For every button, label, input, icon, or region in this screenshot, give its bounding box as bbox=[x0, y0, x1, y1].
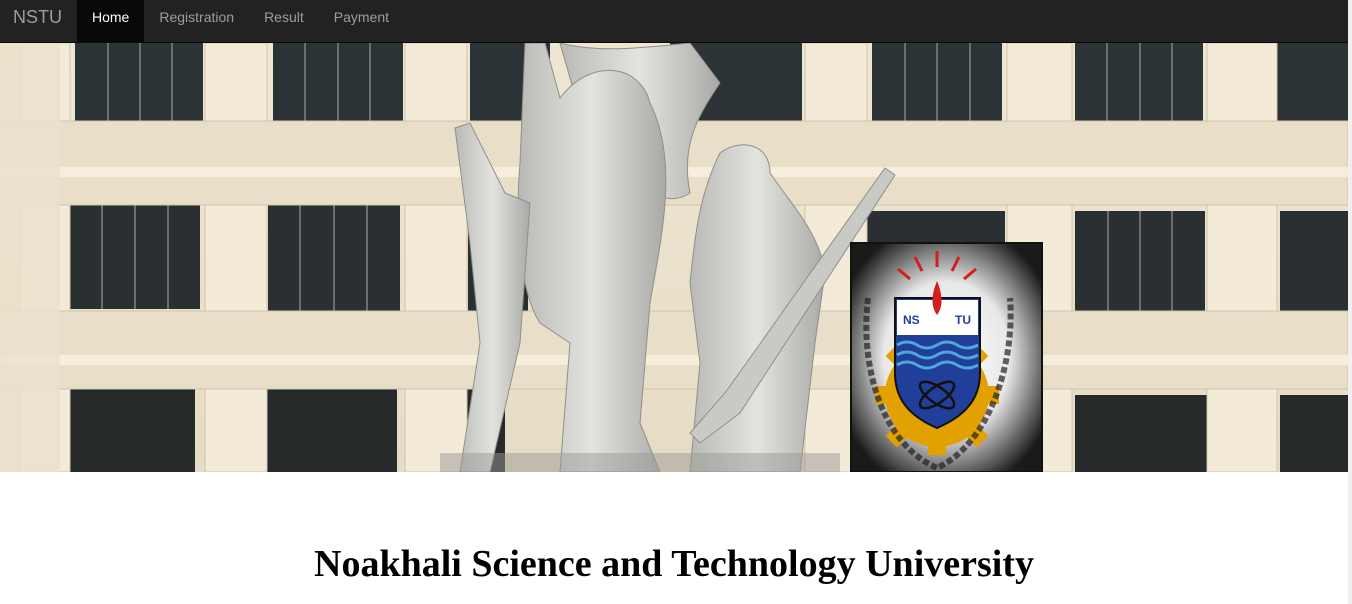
university-logo: NS TU bbox=[850, 242, 1043, 472]
nav-item-result[interactable]: Result bbox=[249, 0, 319, 34]
hero-banner-image: NS TU bbox=[0, 43, 1348, 472]
nav-item-payment[interactable]: Payment bbox=[319, 0, 404, 34]
nav-item-registration[interactable]: Registration bbox=[144, 0, 249, 34]
logo-text-ns: NS bbox=[903, 313, 920, 327]
brand-link[interactable]: NSTU bbox=[0, 0, 77, 34]
page-title: Noakhali Science and Technology Universi… bbox=[314, 543, 1034, 585]
page-scrollbar[interactable] bbox=[1348, 0, 1352, 604]
top-navbar: NSTU Home Registration Result Payment bbox=[0, 0, 1348, 43]
nav-menu: Home Registration Result Payment bbox=[77, 0, 404, 42]
nav-item-home[interactable]: Home bbox=[77, 0, 145, 42]
logo-text-tu: TU bbox=[955, 313, 971, 327]
